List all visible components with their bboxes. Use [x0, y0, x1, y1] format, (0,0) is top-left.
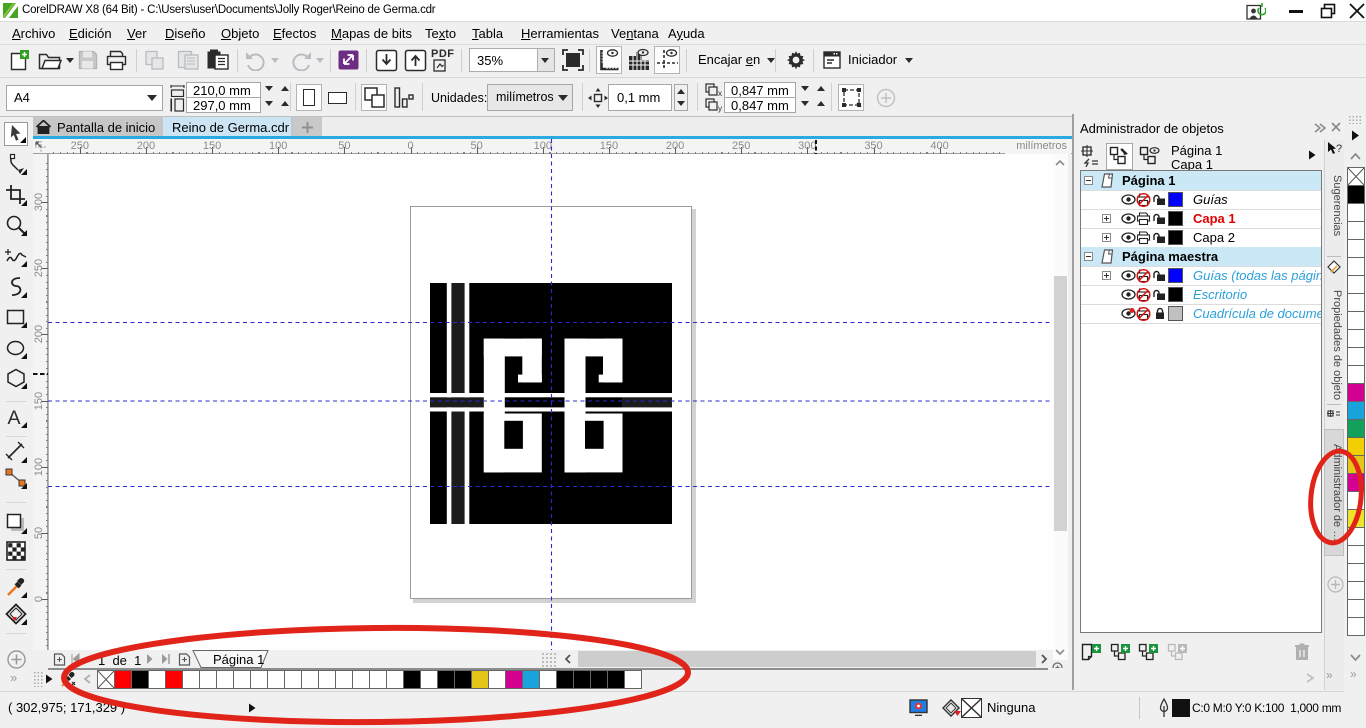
svg-text:?: ? [1336, 143, 1342, 155]
svg-text:A: A [8, 407, 21, 429]
